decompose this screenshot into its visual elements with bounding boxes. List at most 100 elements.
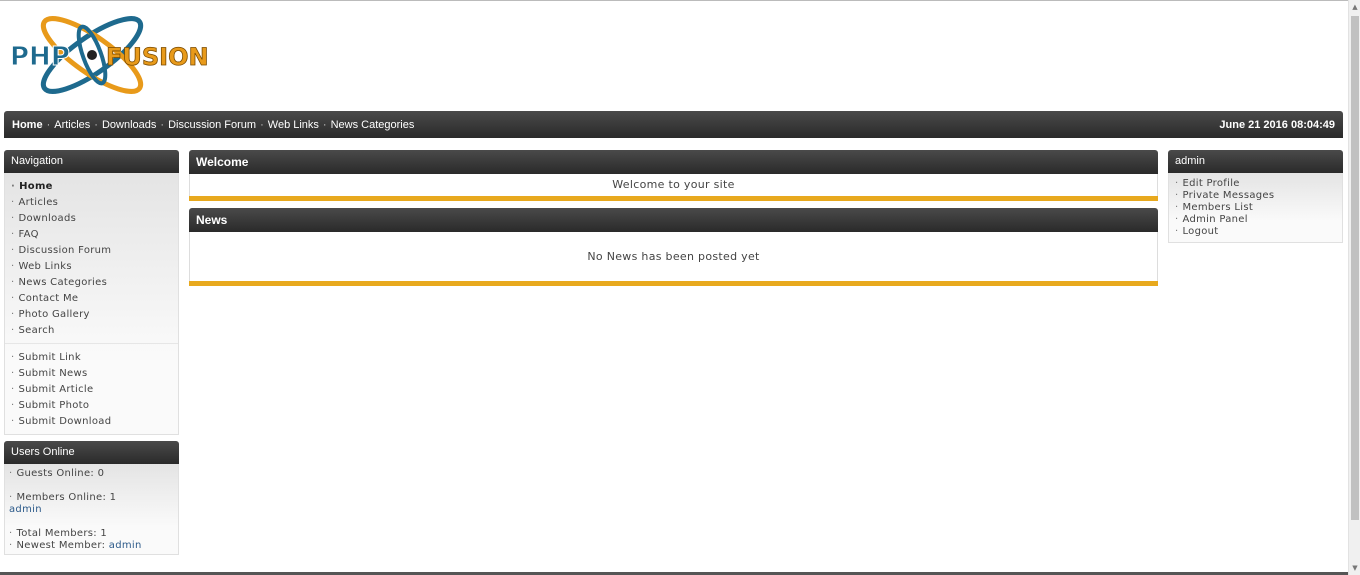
item-label: Articles [18,197,59,208]
menu-link-discussion-forum[interactable]: Discussion Forum [168,119,256,131]
total-members-count: 1 [100,528,108,539]
user-menu-item-admin-panel[interactable]: · Admin Panel [1175,214,1342,226]
bullet: · [11,229,15,240]
nav-item-articles[interactable]: · Articles [11,195,178,211]
welcome-message: Welcome to your site [189,174,1158,196]
bullet: · [9,468,13,479]
bullet: · [1175,178,1179,189]
bullet: · [11,293,15,304]
logo-text-php: PHP [10,42,70,72]
navigation-panel: Navigation · Home · Articles · Downloads · FAQ ·… [4,150,179,435]
scroll-up-arrow-icon[interactable]: ▲ [1349,0,1360,14]
user-panel-title: admin [1168,150,1343,173]
nav-item-web-links[interactable]: · Web Links [11,259,178,275]
guests-online-count: 0 [97,468,105,479]
scroll-down-arrow-icon[interactable]: ▼ [1349,561,1360,575]
nav-item-photo-gallery[interactable]: · Photo Gallery [11,307,178,323]
nav-item-news-categories[interactable]: · News Categories [11,275,178,291]
user-menu-item-edit-profile[interactable]: · Edit Profile [1175,178,1342,190]
main-menubar: Home · Articles · Downloads · Discussion Forum… [4,111,1343,138]
guests-online-row: · Guests Online: 0 [9,468,178,480]
total-members-label: Total Members: [16,528,97,539]
bullet: · [11,213,15,224]
navigation-panel-body: · Home · Articles · Downloads · FAQ · Discussion … [4,173,179,435]
user-menu-item-members-list[interactable]: · Members List [1175,202,1342,214]
nav-item-submit-link[interactable]: · Submit Link [11,350,178,366]
menu-separator: · [322,118,327,131]
bullet: · [11,400,15,411]
bullet: · [1175,214,1179,225]
user-panel: admin · Edit Profile · Private Messages · Mem… [1168,150,1343,243]
menu-link-web-links[interactable]: Web Links [268,119,319,131]
user-menu-list: · Edit Profile · Private Messages · Members L… [1169,173,1342,242]
item-label: Web Links [18,261,72,272]
item-label: Admin Panel [1182,214,1248,225]
news-message: No News has been posted yet [189,232,1158,281]
newest-member-link[interactable]: admin [109,540,142,551]
vertical-scrollbar[interactable]: ▲ ▼ [1348,0,1360,575]
scroll-thumb[interactable] [1351,16,1359,520]
item-label: Submit Article [18,384,94,395]
nav-item-home[interactable]: · Home [11,179,178,195]
bullet: · [11,384,15,395]
bullet: · [11,277,15,288]
bullet: · [1175,226,1179,237]
site-logo[interactable]: PHP FUSION [8,13,226,97]
submit-list: · Submit Link · Submit News · Submit Article ·… [5,344,178,434]
item-label: Downloads [18,213,77,224]
users-online-panel: Users Online · Guests Online: 0 · Members … [4,441,179,555]
item-label: Submit Download [18,416,112,427]
item-label: Contact Me [18,293,79,304]
guests-online-label: Guests Online: [16,468,95,479]
bullet: · [11,197,15,208]
total-members-row: · Total Members: 1 [9,528,178,540]
welcome-footer-stripe [189,196,1158,201]
welcome-panel: Welcome Welcome to your site [189,150,1158,201]
nav-item-search[interactable]: · Search [11,323,178,339]
item-label: Logout [1182,226,1219,237]
menubar-links: Home · Articles · Downloads · Discussion Forum… [12,119,414,131]
news-footer-stripe [189,281,1158,286]
members-online-label: Members Online: [16,492,107,503]
bullet: · [9,492,13,503]
item-label: Submit Link [18,352,81,363]
menu-separator: · [46,118,51,131]
menu-separator: · [260,118,264,131]
item-label: Private Messages [1182,190,1275,201]
item-label: Members List [1182,202,1254,213]
server-datetime: June 21 2016 08:04:49 [1219,118,1335,131]
menu-link-downloads[interactable]: Downloads [102,119,156,131]
item-label: FAQ [18,229,39,240]
members-online-count: 1 [109,492,117,503]
online-member-link[interactable]: admin [9,504,42,515]
nav-item-submit-news[interactable]: · Submit News [11,366,178,382]
item-label: Submit News [18,368,88,379]
menu-separator: · [160,118,165,131]
item-label: Edit Profile [1182,178,1240,189]
user-menu-item-private-messages[interactable]: · Private Messages [1175,190,1342,202]
nav-item-downloads[interactable]: · Downloads [11,211,178,227]
menu-link-news-categories[interactable]: News Categories [331,119,415,131]
bullet: · [11,368,15,379]
menu-link-home[interactable]: Home [12,119,43,131]
newest-member-label: Newest Member: [16,540,106,551]
members-online-list: admin [9,504,178,516]
nav-item-submit-photo[interactable]: · Submit Photo [11,398,178,414]
newest-member-row: · Newest Member: admin [9,540,178,552]
item-label: Photo Gallery [18,309,90,320]
bullet: · [11,352,15,363]
nav-item-contact-me[interactable]: · Contact Me [11,291,178,307]
bullet: · [11,309,15,320]
news-title: News [189,208,1158,232]
nav-item-submit-download[interactable]: · Submit Download [11,414,178,430]
nav-item-submit-article[interactable]: · Submit Article [11,382,178,398]
php-fusion-logo: PHP FUSION [10,16,209,94]
nav-item-faq[interactable]: · FAQ [11,227,178,243]
user-menu-item-logout[interactable]: · Logout [1175,226,1342,238]
menu-link-articles[interactable]: Articles [54,119,90,131]
nav-item-discussion-forum[interactable]: · Discussion Forum [11,243,178,259]
menu-separator: · [94,118,98,131]
item-label: News Categories [18,277,108,288]
